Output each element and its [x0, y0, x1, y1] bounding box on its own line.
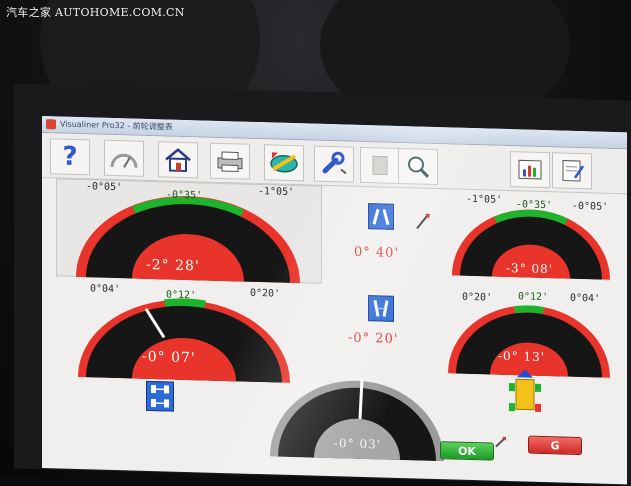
- left-toe-needle: [142, 305, 182, 346]
- right-toe-value: -0° 13': [498, 349, 545, 364]
- car-axles-icon: [147, 382, 173, 411]
- right-camber-value: -3° 08': [506, 261, 553, 276]
- monitor-screen: Visualiner Pro32 - 前轮调整表 ?: [42, 116, 627, 484]
- toe-cross-value: -0° 20': [348, 331, 398, 347]
- print-button[interactable]: [210, 143, 250, 180]
- steering-vehicle-icon[interactable]: [506, 367, 544, 418]
- right-toe-min: 0°20': [462, 292, 492, 304]
- gauge-button[interactable]: [104, 140, 144, 177]
- left-camber-value: -2° 28': [146, 257, 200, 275]
- watermark: 汽车之家 AUTOHOME.COM.CN: [6, 4, 185, 20]
- home-icon: [163, 146, 193, 173]
- wrench-icon: [319, 151, 349, 178]
- left-toe-value: -0° 07': [142, 349, 196, 367]
- question-icon: ?: [62, 142, 77, 172]
- zoom-button[interactable]: [398, 148, 438, 185]
- printer-icon: [214, 149, 246, 174]
- home-button[interactable]: [158, 141, 198, 178]
- caster-pointer-icon: [414, 210, 432, 231]
- left-camber-max: -1°05': [258, 186, 294, 198]
- left-camber-min: -0°05': [86, 181, 122, 193]
- total-toe-value: -0° 03': [334, 436, 381, 451]
- chart-icon: [515, 156, 545, 183]
- right-toe-gauge: [446, 299, 612, 378]
- ok-arrow-icon: [494, 435, 508, 449]
- cancel-button[interactable]: G: [528, 436, 582, 456]
- right-camber-target: -0°35': [516, 199, 552, 211]
- measure-button[interactable]: [264, 144, 304, 181]
- total-toe-needle: [352, 377, 372, 424]
- app-icon: [46, 119, 56, 129]
- left-toe-min: 0°04': [90, 283, 120, 295]
- left-toe-max: 0°20': [250, 288, 280, 300]
- blank-icon: [366, 152, 394, 179]
- gauge-icon: [109, 147, 139, 170]
- toe-adjust-icon[interactable]: [368, 295, 394, 322]
- window-title: Visualiner Pro32 - 前轮调整表: [60, 119, 173, 133]
- wheel-toe-icon: [369, 296, 393, 321]
- left-camber-target: -0°35': [166, 189, 202, 201]
- left-toe-gauge: [76, 291, 292, 383]
- disabled-button[interactable]: [360, 147, 400, 184]
- right-camber-max: -0°05': [572, 201, 608, 213]
- wheel-camber-icon: [369, 204, 393, 229]
- right-toe-max: 0°04': [570, 293, 600, 305]
- right-toe-target: 0°12': [518, 291, 548, 303]
- adjust-button[interactable]: [314, 146, 354, 183]
- vehicle-layout-icon[interactable]: [146, 381, 174, 412]
- magnifier-icon: [404, 153, 432, 180]
- notepad-icon: [557, 157, 587, 184]
- left-toe-target: 0°12': [166, 289, 196, 301]
- edit-button[interactable]: [552, 152, 592, 189]
- help-button[interactable]: ?: [50, 138, 90, 175]
- camber-cross-value: 0° 40': [354, 245, 399, 261]
- camber-adjust-icon[interactable]: [368, 203, 394, 230]
- right-camber-min: -1°05': [466, 194, 502, 206]
- report-button[interactable]: [510, 151, 550, 188]
- ok-button[interactable]: OK: [440, 441, 494, 461]
- tape-icon: [268, 149, 300, 176]
